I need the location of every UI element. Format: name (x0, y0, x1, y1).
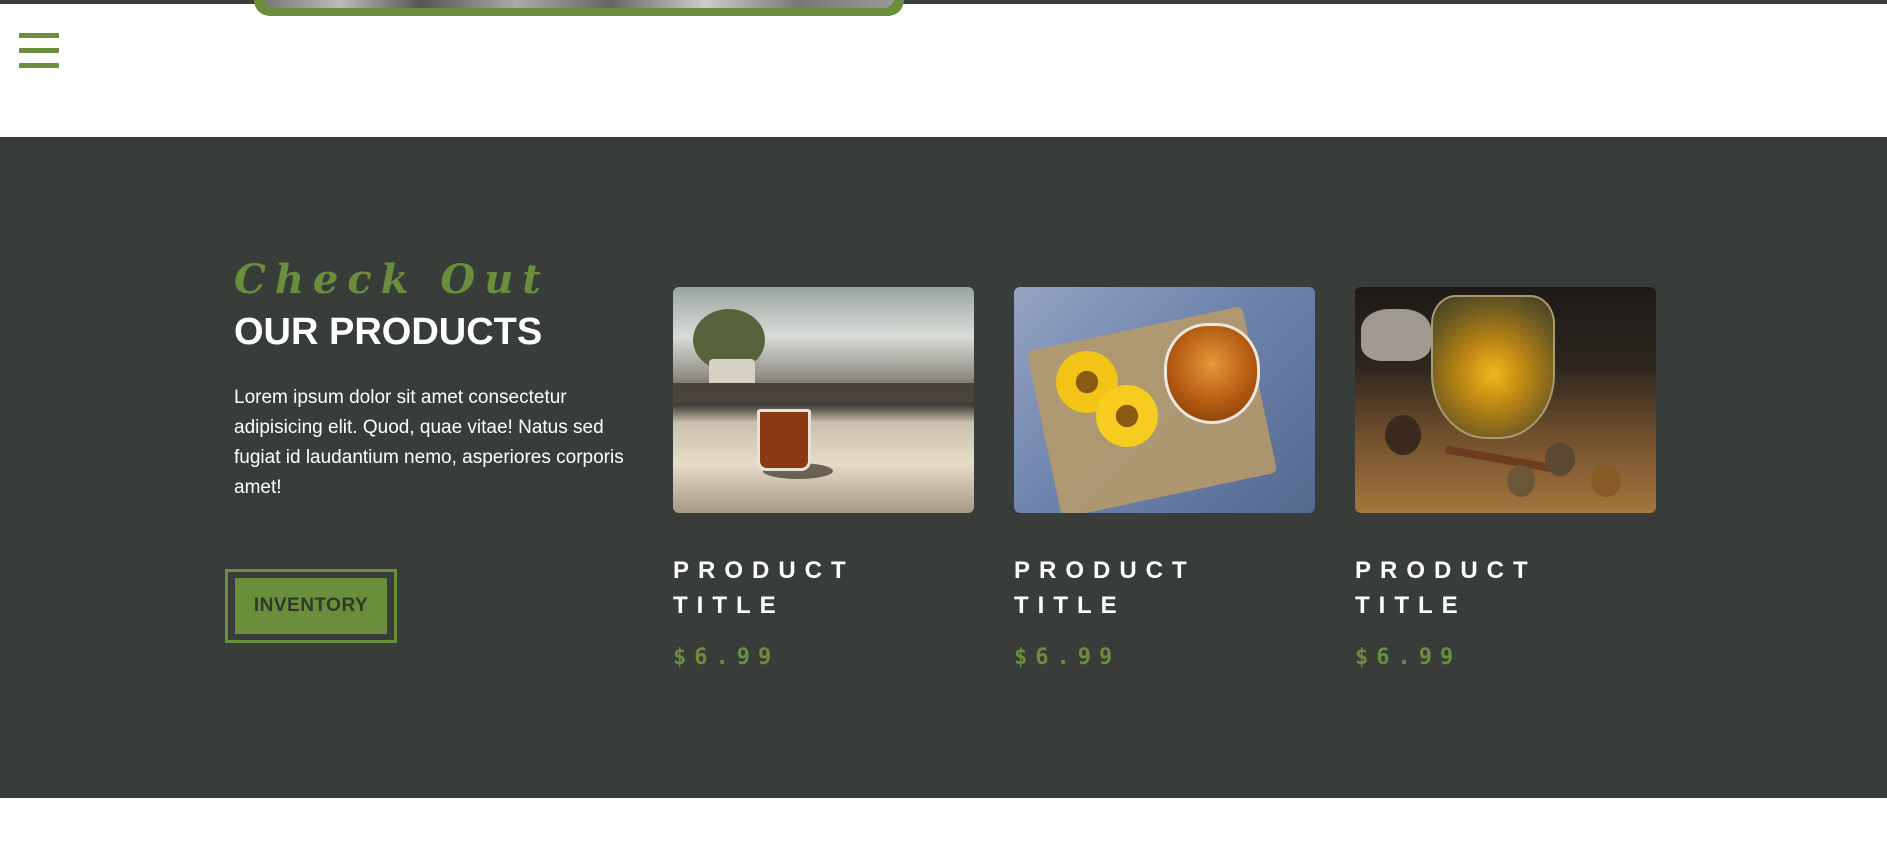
section-heading: OUR PRODUCTS (234, 311, 543, 353)
product-card[interactable]: PRODUCT TITLE $6.99 (1355, 287, 1656, 670)
product-title[interactable]: PRODUCT TITLE (673, 553, 893, 623)
product-image[interactable] (1014, 287, 1315, 513)
product-card[interactable]: PRODUCT TITLE $6.99 (673, 287, 974, 670)
section-description: Lorem ipsum dolor sit amet consectetur a… (234, 387, 624, 498)
hero-image-frame (254, 0, 904, 16)
script-heading: Check Out (234, 256, 550, 303)
inventory-button[interactable]: INVENTORY (235, 578, 387, 634)
product-title[interactable]: PRODUCT TITLE (1355, 553, 1575, 623)
product-price: $6.99 (1014, 645, 1121, 670)
hamburger-menu-icon[interactable] (19, 33, 59, 69)
product-price: $6.99 (673, 645, 780, 670)
products-intro: Check Out OUR PRODUCTS Lorem ipsum dolor… (234, 257, 634, 503)
product-card[interactable]: PRODUCT TITLE $6.99 (1014, 287, 1315, 670)
product-image[interactable] (1355, 287, 1656, 513)
product-price: $6.99 (1355, 645, 1462, 670)
hero-image (264, 0, 894, 8)
products-section: Check Out OUR PRODUCTS Lorem ipsum dolor… (0, 137, 1887, 798)
inventory-button-frame: INVENTORY (225, 569, 397, 643)
product-title[interactable]: PRODUCT TITLE (1014, 553, 1234, 623)
product-image[interactable] (673, 287, 974, 513)
